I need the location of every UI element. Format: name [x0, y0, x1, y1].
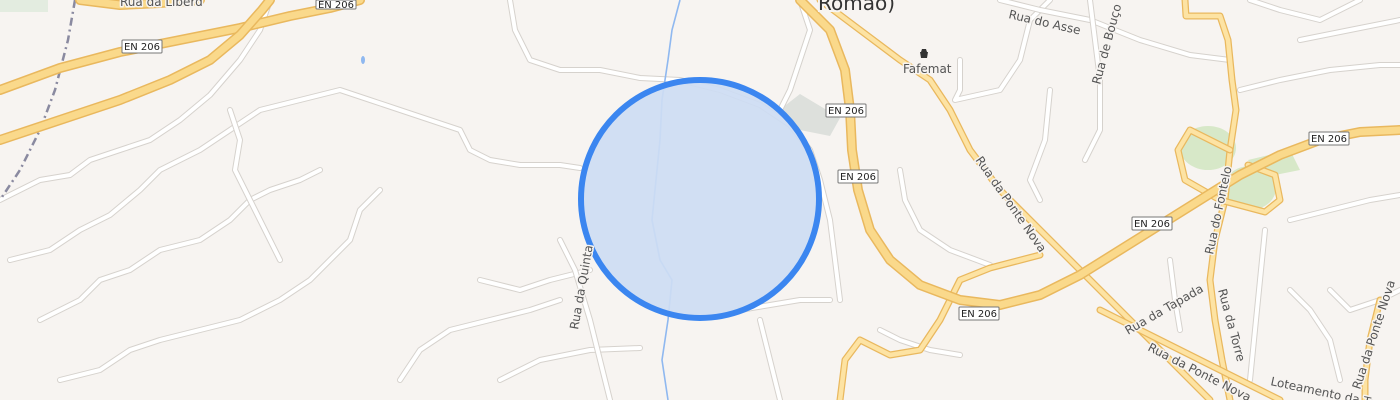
svg-text:EN 206: EN 206	[1311, 134, 1347, 145]
svg-text:EN 206: EN 206	[318, 0, 354, 11]
route-shield-5: EN 206	[958, 306, 1000, 321]
svg-text:EN 206: EN 206	[1134, 219, 1170, 230]
route-shield-2: EN 206	[315, 0, 357, 11]
poi-label: Fafemat	[903, 62, 952, 76]
pond	[361, 56, 365, 64]
route-shield-3: EN 206	[825, 103, 867, 118]
street-label-rua-da-liberdade: Rua da Liberd	[120, 0, 203, 9]
svg-text:EN 206: EN 206	[828, 106, 864, 117]
route-shield-6: EN 206	[1131, 216, 1173, 231]
svg-text:EN 206: EN 206	[961, 309, 997, 320]
svg-text:EN 206: EN 206	[840, 172, 876, 183]
place-label: Romão)	[818, 0, 895, 15]
route-shield-4: EN 206	[837, 169, 879, 184]
map-canvas[interactable]: EN 206 EN 206 EN 206 EN 206 EN 206 EN 20…	[0, 0, 1400, 400]
svg-text:EN 206: EN 206	[124, 42, 160, 53]
route-shield-1: EN 206	[121, 39, 163, 54]
route-shield-7: EN 206	[1308, 131, 1350, 146]
search-radius-circle[interactable]	[578, 77, 822, 321]
